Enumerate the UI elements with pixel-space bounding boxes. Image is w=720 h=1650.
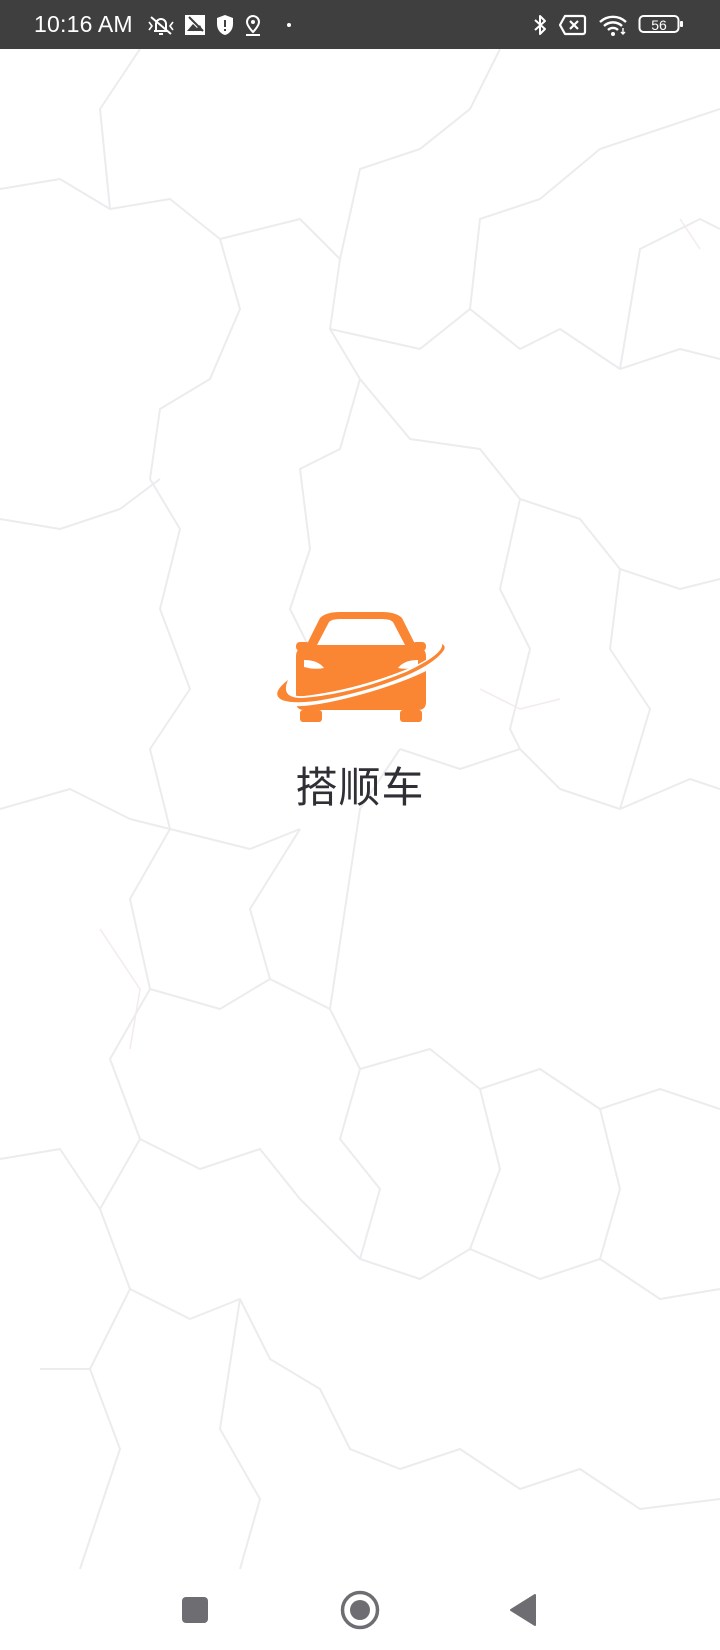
car-logo-icon	[272, 612, 452, 722]
navigation-bar	[0, 1569, 720, 1650]
status-bar-left: 10:16 AM	[34, 0, 291, 49]
triangle-back-icon	[510, 1594, 536, 1626]
battery-level: 56	[651, 16, 667, 33]
app-name: 搭顺车	[295, 763, 425, 812]
bluetooth-icon	[532, 12, 548, 38]
mute-vibrate-icon	[147, 12, 175, 38]
battery-icon: 56	[638, 12, 684, 38]
wifi-icon	[598, 12, 628, 38]
splash-screen: 10:16 AM 56 搭顺车	[0, 0, 720, 1650]
status-time: 10:16 AM	[34, 11, 133, 37]
location-icon	[243, 12, 263, 38]
shield-icon	[215, 12, 235, 38]
home-button[interactable]	[330, 1588, 390, 1632]
recent-apps-button[interactable]	[165, 1588, 225, 1632]
splash-content: 搭顺车	[0, 610, 720, 815]
no-sim-icon	[558, 12, 588, 38]
back-button[interactable]	[493, 1588, 553, 1632]
square-icon	[182, 1597, 208, 1623]
photo-icon	[183, 12, 207, 38]
dot-icon	[286, 22, 291, 27]
circle-icon	[340, 1590, 380, 1630]
status-bar-right: 56	[522, 0, 684, 49]
status-bar: 10:16 AM 56	[0, 0, 720, 49]
